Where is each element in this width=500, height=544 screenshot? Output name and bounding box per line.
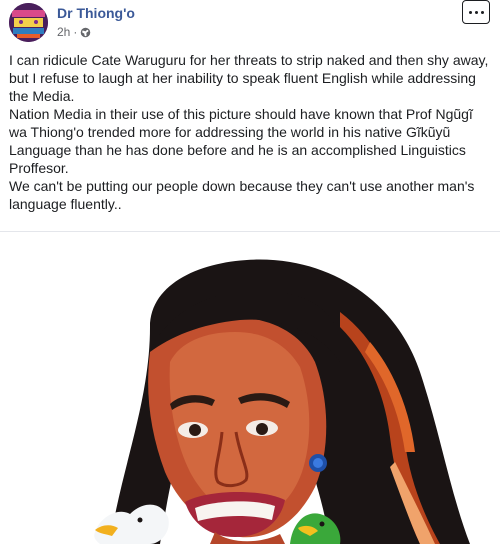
post-paragraph: We can't be putting our people down beca… [9, 178, 475, 212]
meta-separator: · [73, 25, 78, 39]
author-name[interactable]: Dr Thiong'o [57, 5, 135, 21]
caricature-illustration [94, 259, 470, 544]
more-options-button[interactable] [462, 0, 490, 24]
post-body: I can ridicule Cate Waruguru for her thr… [9, 51, 489, 213]
post-timestamp[interactable]: 2h [57, 25, 70, 39]
avatar-image [9, 3, 48, 42]
post-meta: 2h · [57, 25, 91, 39]
post-header: Dr Thiong'o 2h · [0, 0, 500, 44]
post-image[interactable] [0, 232, 500, 544]
profile-avatar[interactable] [9, 3, 48, 42]
facebook-post: Dr Thiong'o 2h · I can ridicule Cate War… [0, 0, 500, 544]
globe-icon[interactable] [80, 27, 91, 38]
post-paragraph: I can ridicule Cate Waruguru for her thr… [9, 52, 489, 104]
post-paragraph: Nation Media in their use of this pictur… [9, 106, 473, 176]
more-options-icon [468, 10, 484, 14]
